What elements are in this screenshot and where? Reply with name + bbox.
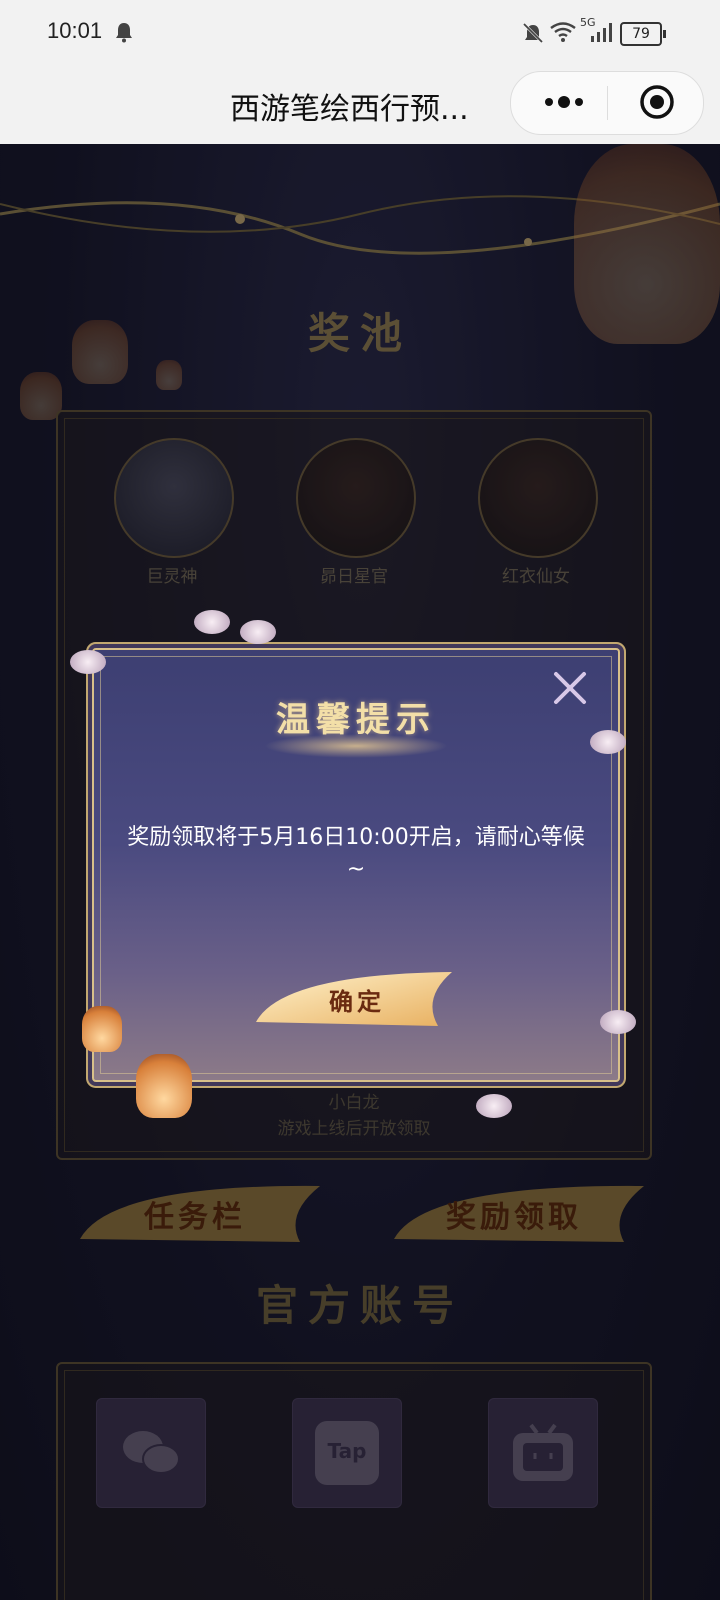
mute-icon bbox=[522, 22, 544, 44]
more-options-icon[interactable] bbox=[539, 90, 589, 114]
close-icon[interactable] bbox=[550, 668, 590, 708]
confirm-button[interactable]: 确定 bbox=[252, 970, 462, 1028]
status-time: 10:01 bbox=[47, 18, 103, 43]
lotus-decoration bbox=[590, 730, 626, 754]
capsule-divider bbox=[607, 86, 608, 120]
title-glow-decoration bbox=[264, 734, 448, 758]
capsule-menu bbox=[510, 71, 704, 135]
battery-indicator: 79 bbox=[620, 22, 666, 46]
dialog-message: 奖励领取将于5月16日10:00开启，请耐心等候~ bbox=[127, 825, 585, 882]
battery-level: 79 bbox=[632, 26, 650, 42]
lotus-decoration bbox=[600, 1010, 636, 1034]
page-title: 西游笔绘西行预... bbox=[230, 92, 469, 127]
notice-dialog: 温馨提示 奖励领取将于5月16日10:00开启，请耐心等候~ 确定 bbox=[92, 648, 620, 1082]
lotus-decoration bbox=[194, 610, 230, 634]
lotus-decoration bbox=[70, 650, 106, 674]
status-bar: 10:01 5G 79 bbox=[0, 0, 720, 66]
wifi-icon bbox=[550, 22, 576, 42]
lantern-decoration bbox=[136, 1054, 192, 1118]
signal-icon bbox=[591, 23, 612, 42]
lotus-decoration bbox=[240, 620, 276, 644]
mini-program-title-bar: 西游笔绘西行预... bbox=[0, 66, 720, 144]
notification-bell-icon bbox=[116, 23, 132, 43]
close-miniprogram-icon[interactable] bbox=[639, 84, 675, 120]
confirm-label: 确定 bbox=[329, 987, 385, 1016]
lantern-decoration bbox=[82, 1006, 122, 1052]
lotus-decoration bbox=[476, 1094, 512, 1118]
